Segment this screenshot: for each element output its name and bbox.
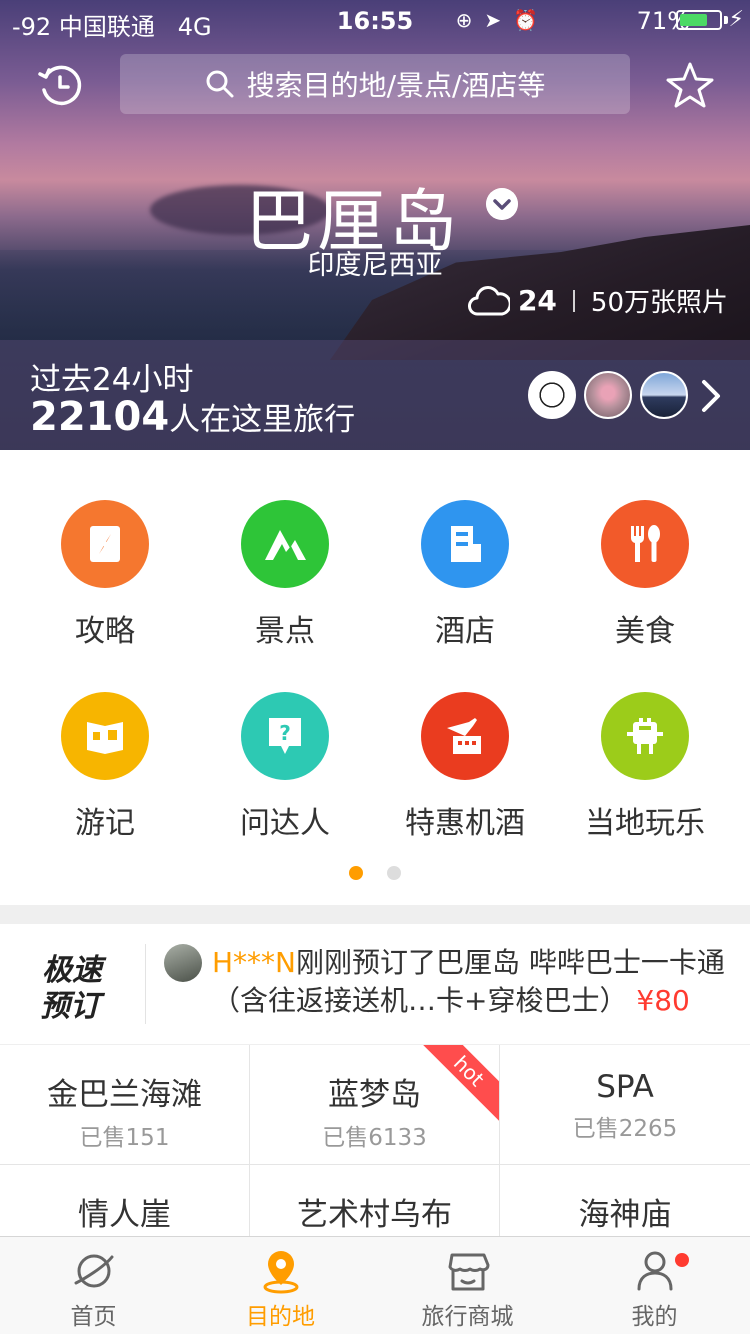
category-label: 景点 [255,614,315,649]
person-icon [637,1251,672,1291]
local-fun-icon [601,692,689,780]
category-label: 当地玩乐 [585,806,705,841]
temperature: 24 [517,284,557,317]
travel-notes-icon [61,692,149,780]
avatar [528,371,576,419]
instant-booking-ticker[interactable]: 极速 预订 H***N刚刚预订了巴厘岛 哔哔巴士一卡通（含往返接送机…卡+穿梭巴… [0,924,750,1044]
divider [145,944,146,1024]
fork-spoon-icon [601,500,689,588]
stats-suffix: 人在这里旅行 [169,402,356,438]
country-name: 印度尼西亚 [307,250,443,281]
tab-me[interactable]: 我的 [561,1237,748,1334]
divider [572,289,575,312]
hot-item[interactable]: hot 蓝梦岛 已售6133 [250,1045,500,1165]
guide-book-icon [61,500,149,588]
weather-photos[interactable]: 24 50万张照片 [467,282,728,319]
category-hotel[interactable]: 酒店 [371,500,559,650]
category-guide[interactable]: 攻略 [11,500,199,650]
mountain-icon [241,500,329,588]
chevron-down-icon[interactable] [486,188,518,220]
svg-text:?: ? [279,721,291,745]
category-grid: 攻略 景点 酒店 美食 游记 ? 问达人 特惠机酒 当地玩乐 [0,450,750,905]
tab-label: 我的 [631,1304,678,1330]
location-arrow-icon: ➤ [484,8,502,32]
category-ask-expert[interactable]: ? 问达人 [191,692,379,842]
history-clock-icon[interactable] [36,62,84,110]
stats-line: 22104人在这里旅行 [30,394,355,440]
category-label: 美食 [615,614,675,649]
traveler-avatars [528,371,688,419]
avatar [164,944,202,982]
category-local-fun[interactable]: 当地玩乐 [551,692,739,842]
charging-icon: ⚡ [728,7,744,32]
rotation-lock-icon: ⊕ [455,8,473,32]
category-label: 攻略 [75,614,135,649]
tab-shop[interactable]: 旅行商城 [374,1237,561,1334]
hot-item-name: 海神庙 [578,1197,672,1233]
instant-booking-logo: 极速 预订 [40,953,107,1022]
booking-price: ¥80 [636,984,690,1017]
flight-hotel-icon [421,692,509,780]
location-pin-icon [263,1251,298,1294]
logo-line: 极速 [42,953,107,988]
tab-home[interactable]: 首页 [0,1237,187,1334]
hot-item-sold: 已售2265 [572,1116,678,1142]
tab-label: 首页 [70,1304,117,1330]
category-flight-hotel[interactable]: 特惠机酒 [371,692,559,842]
hot-item-sold: 已售6133 [322,1125,427,1151]
avatar [584,371,632,419]
search-placeholder: 搜索目的地/景点/酒店等 [246,69,546,102]
hot-item[interactable]: 金巴兰海滩 已售151 [0,1045,250,1165]
battery-cap [724,16,728,24]
destination-hero: -92 中国联通 4G 16:55 ⊕ ➤ ⏰ 71% ⚡ 搜索目的地/景点/酒… [0,0,750,450]
search-bar[interactable]: 搜索目的地/景点/酒店等 [120,54,630,114]
star-icon[interactable] [664,60,716,112]
status-bar: -92 中国联通 4G 16:55 ⊕ ➤ ⏰ 71% ⚡ [0,0,750,41]
tab-label: 目的地 [246,1304,315,1330]
shop-icon [448,1253,489,1291]
traveler-count: 22104 [30,394,170,440]
search-icon [206,70,234,98]
category-attractions[interactable]: 景点 [191,500,379,650]
logo-line: 预订 [40,989,106,1022]
category-food[interactable]: 美食 [551,500,739,650]
page-indicator [0,866,750,880]
hot-item-name: SPA [596,1069,654,1105]
category-label: 问达人 [240,806,330,841]
travel-stats-band[interactable]: 过去24小时 22104人在这里旅行 [0,340,750,450]
hot-products: 金巴兰海滩 已售151 hot 蓝梦岛 已售6133 SPA 已售2265 情人… [0,1045,750,1285]
hot-item-name: 金巴兰海滩 [47,1077,202,1113]
page-dot[interactable] [387,866,401,880]
page-dot-active[interactable] [349,866,363,880]
hotel-building-icon [421,500,509,588]
chevron-right-icon [702,380,720,412]
stats-period: 过去24小时 [30,362,194,398]
tab-destination[interactable]: 目的地 [187,1237,374,1334]
category-label: 特惠机酒 [405,806,525,841]
hot-item[interactable]: SPA 已售2265 [500,1045,750,1165]
status-icons: ⊕ ➤ ⏰ [456,8,538,32]
tab-bar: 首页 目的地 旅行商城 我的 [0,1236,750,1334]
cloud-icon [467,285,510,315]
alarm-icon: ⏰ [513,8,538,32]
category-label: 酒店 [435,614,495,649]
notification-dot [675,1253,689,1267]
planet-icon [74,1254,113,1288]
category-notes[interactable]: 游记 [11,692,199,842]
question-bubble-icon: ? [241,692,329,780]
category-label: 游记 [75,806,135,841]
avatar [640,371,688,419]
booking-user: H***N [212,946,296,979]
tab-label: 旅行商城 [421,1304,514,1330]
battery-icon [676,10,722,30]
booking-message: H***N刚刚预订了巴厘岛 哔哔巴士一卡通（含往返接送机…卡+穿梭巴士） ¥80 [212,944,732,1020]
hot-item-name: 艺术村乌布 [297,1197,452,1233]
hot-item-sold: 已售151 [79,1125,170,1151]
photo-count: 50万张照片 [590,288,728,318]
hot-item-name: 情人崖 [78,1197,171,1233]
